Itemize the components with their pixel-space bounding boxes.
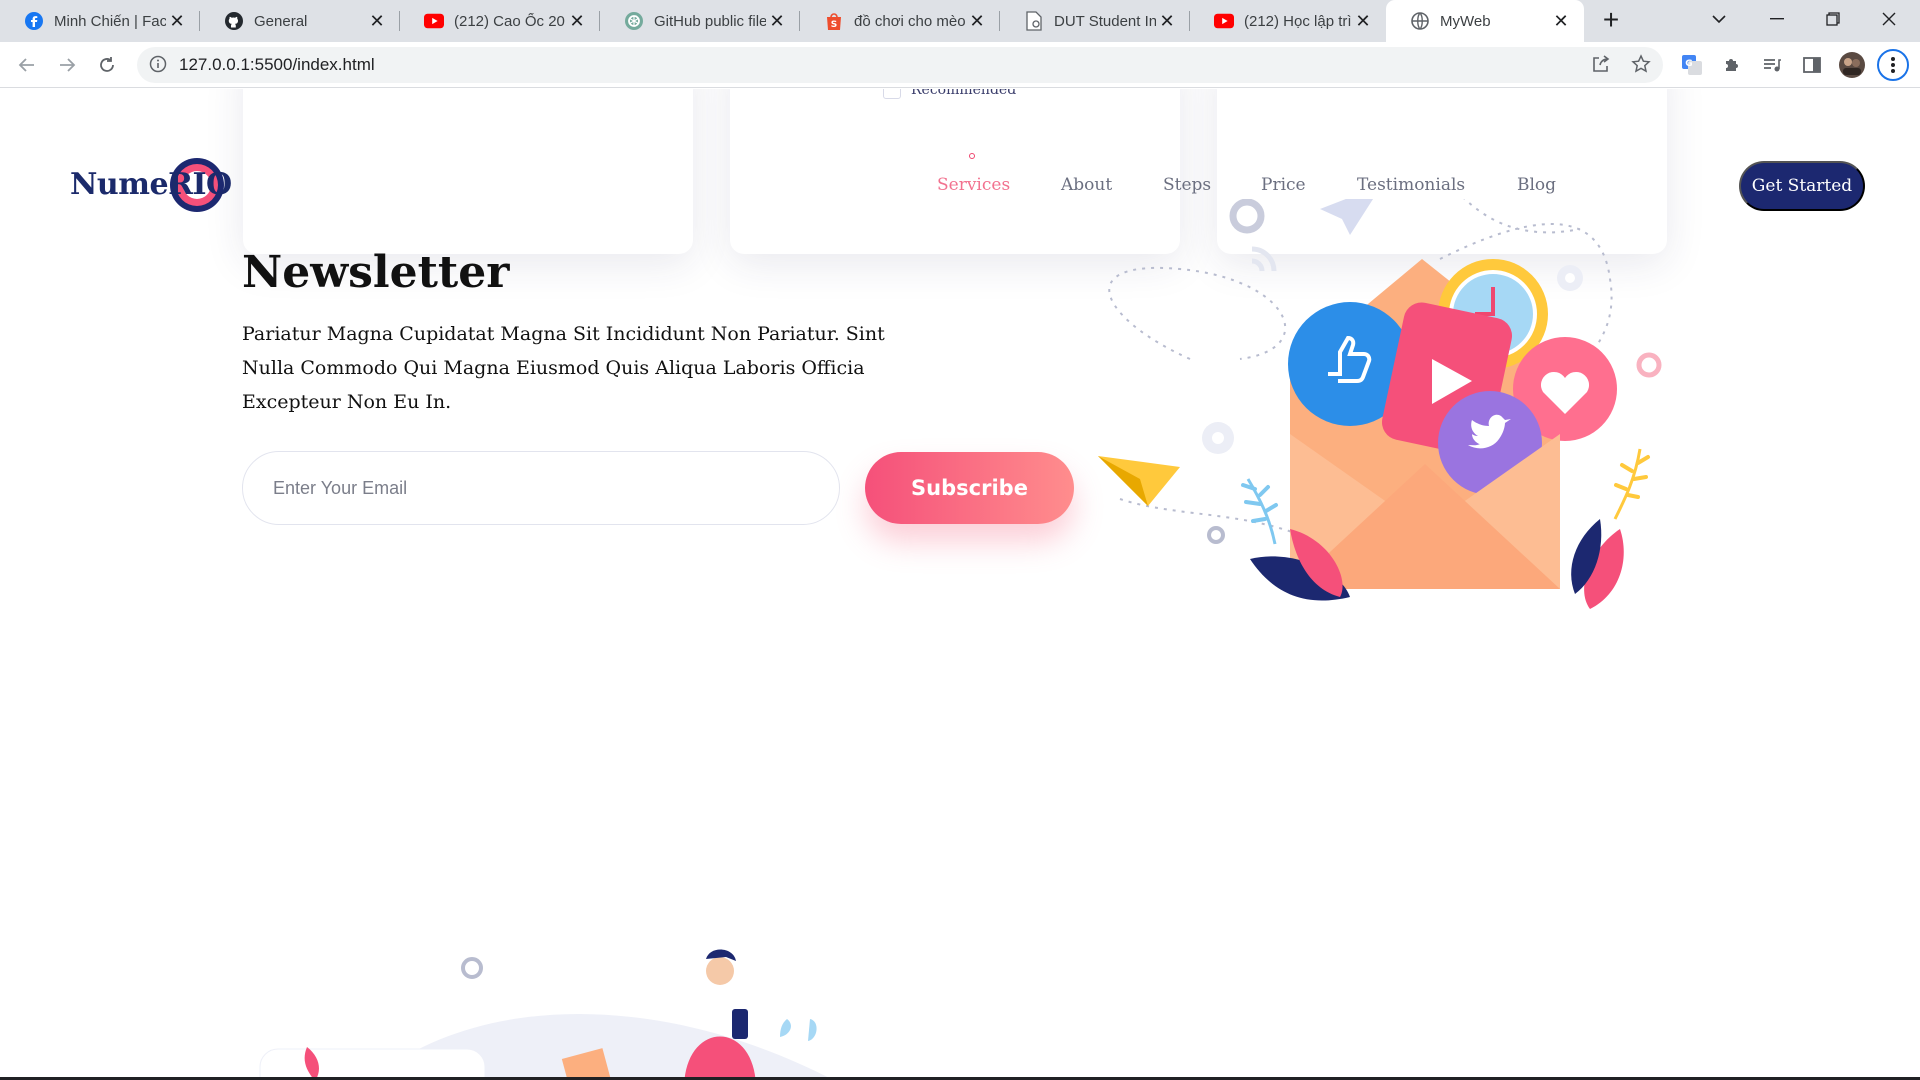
address-bar[interactable]: 127.0.0.1:5500/index.html (137, 47, 1663, 83)
browser-tab-active[interactable]: MyWeb ✕ (1386, 0, 1584, 42)
chatgpt-icon (624, 11, 644, 31)
recommended-option[interactable]: Recommended (883, 89, 1016, 99)
close-tab-icon[interactable]: ✕ (1156, 10, 1178, 32)
nav-link-services[interactable]: Services (937, 175, 1010, 195)
close-tab-icon[interactable]: ✕ (566, 10, 588, 32)
page-viewport: Recommended NumeRIO Services About Steps… (0, 89, 1920, 1080)
tab-title: (212) Học lập trìn (1244, 12, 1352, 30)
subscribe-button[interactable]: Subscribe (865, 452, 1074, 524)
minimize-button[interactable] (1752, 0, 1802, 38)
close-tab-icon[interactable]: ✕ (766, 10, 788, 32)
pricing-card (243, 89, 693, 254)
site-info-icon[interactable] (149, 55, 167, 78)
get-started-button[interactable]: Get Started (1739, 161, 1865, 211)
browser-tab[interactable]: (212) Cao Ốc 20 | ✕ (400, 0, 600, 42)
decor-ring (1229, 199, 1265, 234)
tab-title: General (254, 12, 308, 30)
youtube-icon (424, 11, 444, 31)
tab-search-icon[interactable] (1694, 0, 1744, 38)
decor-ring (1207, 526, 1225, 544)
media-control-icon[interactable] (1757, 50, 1787, 80)
recommended-label: Recommended (911, 89, 1017, 98)
share-icon[interactable] (1591, 54, 1611, 79)
nav-link-price[interactable]: Price (1261, 175, 1306, 195)
url-text: 127.0.0.1:5500/index.html (179, 55, 375, 74)
extensions-icon[interactable] (1717, 50, 1747, 80)
nav-link-about[interactable]: About (1061, 175, 1112, 195)
browser-tab[interactable]: GitHub public file ✕ (600, 0, 800, 42)
next-section-illustration (259, 949, 834, 1080)
reload-button[interactable] (92, 50, 122, 80)
chrome-menu-icon[interactable] (1877, 49, 1909, 81)
newsletter-title: Newsletter (242, 247, 510, 298)
decor-ring (969, 153, 975, 159)
close-tab-icon[interactable]: ✕ (366, 10, 388, 32)
page-icon (1024, 11, 1044, 31)
decor-ring (1636, 352, 1662, 378)
newsletter-illustration (1098, 199, 1662, 609)
tab-title: MyWeb (1440, 12, 1491, 30)
close-tab-icon[interactable]: ✕ (1550, 10, 1572, 32)
close-tab-icon[interactable]: ✕ (966, 10, 988, 32)
bookmark-star-icon[interactable] (1631, 54, 1651, 79)
globe-icon (1410, 11, 1430, 31)
side-panel-icon[interactable] (1797, 50, 1827, 80)
tab-title: GitHub public file (654, 12, 766, 30)
browser-tab[interactable]: General ✕ (200, 0, 400, 42)
browser-toolbar: 127.0.0.1:5500/index.html G (0, 42, 1920, 88)
tab-title: (212) Cao Ốc 20 | (454, 12, 566, 30)
github-icon (224, 11, 244, 31)
nav-link-testimonials[interactable]: Testimonials (1357, 175, 1465, 195)
nav-link-blog[interactable]: Blog (1517, 175, 1556, 195)
browser-tab[interactable]: (212) Học lập trìn ✕ (1190, 0, 1386, 42)
browser-tab-bar: Minh Chiến | Face ✕ General ✕ (212) Cao … (0, 0, 1920, 42)
browser-tab[interactable]: S đồ chơi cho mèo ✕ (800, 0, 1000, 42)
forward-button[interactable] (52, 50, 82, 80)
svg-text:G: G (1685, 59, 1692, 69)
tab-title: đồ chơi cho mèo (854, 12, 966, 30)
browser-tab[interactable]: Minh Chiến | Face ✕ (0, 0, 200, 42)
logo-text: NumeRIO (70, 167, 232, 202)
browser-tab[interactable]: DUT Student Info ✕ (1000, 0, 1190, 42)
close-window-button[interactable] (1864, 0, 1914, 38)
profile-avatar-icon[interactable] (1837, 50, 1867, 80)
nav-link-steps[interactable]: Steps (1163, 175, 1211, 195)
youtube-icon (1214, 11, 1234, 31)
shopee-icon: S (824, 11, 844, 31)
close-tab-icon[interactable]: ✕ (166, 10, 188, 32)
translate-icon[interactable]: G (1677, 50, 1707, 80)
svg-text:S: S (831, 20, 837, 30)
new-tab-button[interactable]: + (1596, 6, 1626, 36)
close-tab-icon[interactable]: ✕ (1352, 10, 1374, 32)
recommended-checkbox[interactable] (883, 89, 901, 99)
facebook-icon (24, 11, 44, 31)
email-input[interactable] (242, 451, 840, 525)
tab-title: DUT Student Info (1054, 12, 1156, 30)
tab-title: Minh Chiến | Face (54, 12, 166, 30)
back-button[interactable] (12, 50, 42, 80)
restore-button[interactable] (1808, 0, 1858, 38)
newsletter-description: Pariatur Magna Cupidatat Magna Sit Incid… (242, 323, 885, 413)
